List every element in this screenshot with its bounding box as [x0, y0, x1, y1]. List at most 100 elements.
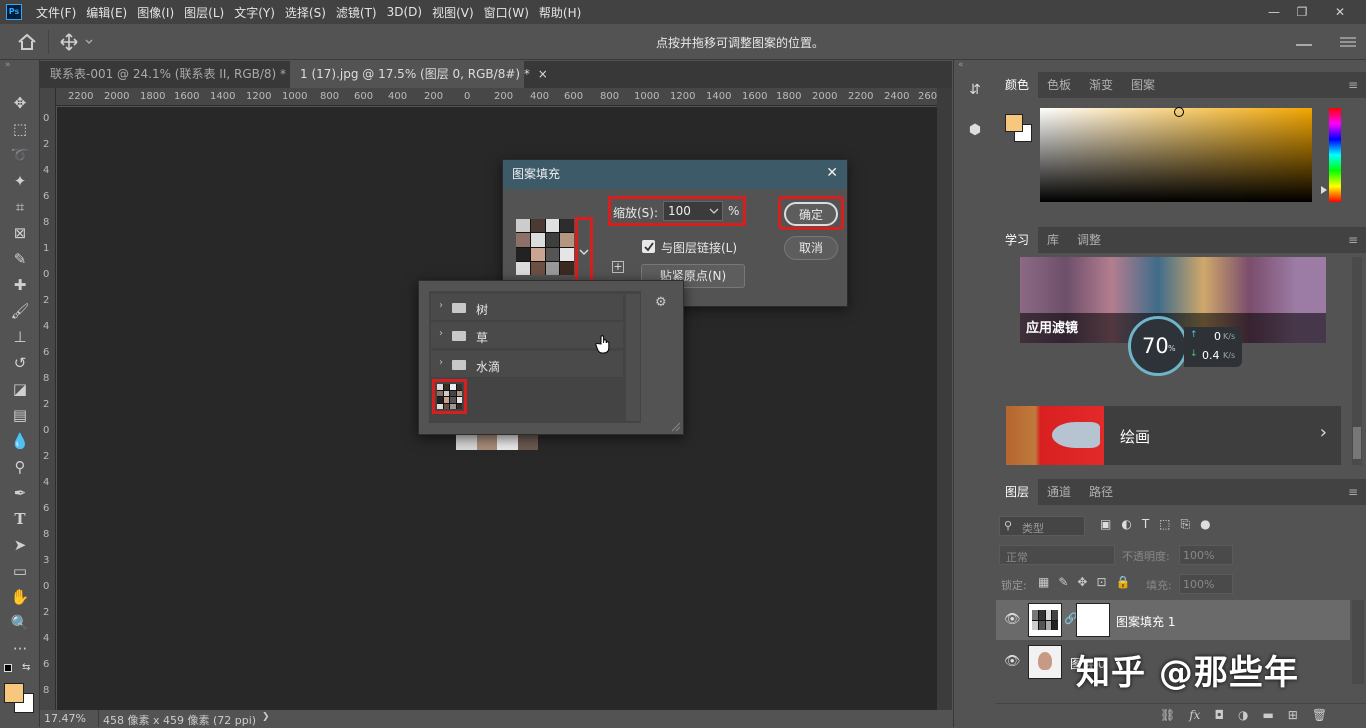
foreground-color-swatch[interactable] [4, 683, 24, 703]
marquee-tool-icon[interactable]: ⬚ [0, 116, 40, 142]
tab-libraries[interactable]: 库 [1038, 227, 1068, 253]
zoom-tool-icon[interactable]: 🔍 [0, 610, 40, 636]
lock-artboard-icon[interactable]: ⊡ [1096, 575, 1106, 589]
new-preset-icon[interactable]: + [612, 261, 624, 273]
minimize-button[interactable]: — [1262, 2, 1286, 22]
zoom-level[interactable]: 17.47% [44, 712, 86, 725]
tab-learn[interactable]: 学习 [996, 227, 1039, 253]
blend-mode-select[interactable]: 正常 [999, 545, 1115, 565]
menu-edit[interactable]: 编辑(E) [81, 4, 132, 21]
dodge-tool-icon[interactable]: ⚲ [0, 454, 40, 480]
brush-tool-icon[interactable]: 🖌 [0, 298, 40, 324]
menu-layer[interactable]: 图层(L) [179, 4, 229, 21]
menu-view[interactable]: 视图(V) [427, 4, 479, 21]
type-tool-icon[interactable]: T [0, 506, 40, 532]
lock-position-icon[interactable]: ✥ [1077, 575, 1087, 589]
cancel-button[interactable]: 取消 [784, 236, 838, 260]
lock-image-icon[interactable]: ✎ [1058, 575, 1068, 589]
menu-help[interactable]: 帮助(H) [534, 4, 586, 21]
lock-transparency-icon[interactable]: ▦ [1038, 575, 1049, 589]
pen-tool-icon[interactable]: ✒ [0, 480, 40, 506]
lock-all-icon[interactable]: 🔒 [1116, 575, 1131, 589]
path-selection-tool-icon[interactable]: ➤ [0, 532, 40, 558]
visibility-eye-icon[interactable]: 👁 [1004, 612, 1021, 627]
ok-button[interactable]: 确定 [784, 202, 838, 226]
chevron-right-icon[interactable]: › [1320, 422, 1327, 443]
home-icon[interactable] [16, 32, 38, 52]
canvas-scrollbar[interactable] [937, 88, 952, 710]
visibility-eye-icon[interactable]: 👁 [1004, 654, 1021, 669]
painting-card[interactable]: 绘画 › [1006, 406, 1341, 465]
new-layer-icon[interactable]: ⊞ [1288, 708, 1298, 722]
gradient-tool-icon[interactable]: ▤ [0, 402, 40, 428]
more-options-icon[interactable] [1340, 36, 1356, 48]
pattern-preview-thumbnail[interactable] [516, 219, 574, 275]
learn-panel-scrollbar[interactable] [1352, 257, 1362, 465]
fill-input[interactable]: 100% [1179, 574, 1233, 594]
magic-wand-tool-icon[interactable]: ✦ [0, 168, 40, 194]
link-layers-icon[interactable]: ⛓ [1160, 708, 1175, 722]
menu-window[interactable]: 窗口(W) [479, 4, 534, 21]
pattern-folder-tree[interactable]: › 树 [431, 294, 623, 321]
delete-layer-icon[interactable]: 🗑 [1312, 708, 1327, 722]
shape-filter-icon[interactable]: ⬚ [1159, 517, 1170, 532]
menu-image[interactable]: 图像(I) [132, 4, 179, 21]
healing-brush-tool-icon[interactable]: ✚ [0, 272, 40, 298]
lasso-tool-icon[interactable]: ➰ [0, 142, 40, 168]
default-colors-icon[interactable] [4, 664, 12, 672]
foreground-swatch[interactable] [1005, 114, 1023, 132]
frame-tool-icon[interactable]: ⊠ [0, 220, 40, 246]
history-brush-tool-icon[interactable]: ↺ [0, 350, 40, 376]
tab-paths[interactable]: 路径 [1080, 479, 1122, 505]
more-tools-icon[interactable]: ··· [0, 636, 40, 662]
tab-swatches[interactable]: 色板 [1038, 72, 1080, 98]
hue-slider-thumb[interactable] [1321, 186, 1327, 194]
menu-file[interactable]: 文件(F) [31, 4, 81, 21]
expand-chevron-icon[interactable]: › [439, 357, 443, 368]
menu-filter[interactable]: 滤镜(T) [331, 4, 382, 21]
blur-tool-icon[interactable]: 💧 [0, 428, 40, 454]
color-picker-field[interactable] [1040, 107, 1312, 202]
pattern-picker-dropdown[interactable] [575, 217, 593, 283]
move-tool-preset-icon[interactable] [58, 32, 98, 52]
menu-3d[interactable]: 3D(D) [382, 5, 427, 19]
layer-mask-thumbnail[interactable] [1076, 603, 1110, 637]
eraser-tool-icon[interactable]: ◪ [0, 376, 40, 402]
tab-gradients[interactable]: 渐变 [1080, 72, 1122, 98]
tab-patterns[interactable]: 图案 [1122, 72, 1164, 98]
layer-row-pattern-fill[interactable]: 👁 🔗 图案填充 1 [996, 600, 1350, 640]
add-mask-icon[interactable]: ◘ [1214, 708, 1224, 722]
collapse-arrows-icon[interactable]: » [0, 60, 39, 70]
panel-menu-icon[interactable]: ≡ [1348, 233, 1358, 247]
layer-filter-select[interactable]: ⚲ 类型 [999, 516, 1085, 536]
layer-name[interactable]: 图案填充 1 [1116, 613, 1175, 630]
tab-channels[interactable]: 通道 [1038, 479, 1080, 505]
expand-chevron-icon[interactable]: › [439, 328, 443, 339]
selected-pattern-swatch[interactable] [432, 379, 467, 414]
smart-object-filter-icon[interactable]: ⎘ [1181, 517, 1191, 532]
close-window-button[interactable]: ✕ [1328, 2, 1352, 22]
resize-grip-icon[interactable] [671, 421, 681, 432]
tab-color[interactable]: 颜色 [996, 72, 1039, 98]
hue-slider[interactable] [1329, 108, 1341, 202]
adjustment-filter-icon[interactable]: ◐ [1121, 517, 1131, 532]
link-with-layer-checkbox[interactable] [642, 240, 655, 253]
tab-layers[interactable]: 图层 [996, 479, 1039, 505]
hand-tool-icon[interactable]: ✋ [0, 584, 40, 610]
pixel-filter-icon[interactable]: ▣ [1100, 517, 1111, 532]
dialog-close-icon[interactable]: ✕ [826, 165, 838, 181]
3d-panel-icon[interactable]: ⬢ [965, 122, 985, 144]
scale-input[interactable]: 100 [663, 201, 723, 221]
panel-menu-icon[interactable]: ≡ [1348, 485, 1358, 499]
tab-adjustments[interactable]: 调整 [1068, 227, 1110, 253]
type-filter-icon[interactable]: T [1142, 517, 1149, 532]
panel-toggle-icon[interactable] [1296, 44, 1312, 46]
panel-menu-icon[interactable]: ≡ [1348, 78, 1358, 92]
opacity-input[interactable]: 100% [1179, 545, 1233, 565]
layer-style-fx-icon[interactable]: fx [1189, 708, 1200, 722]
eyedropper-tool-icon[interactable]: ✎ [0, 246, 40, 272]
move-tool-icon[interactable]: ✥ [0, 90, 40, 116]
crop-tool-icon[interactable]: ⌗ [0, 194, 40, 220]
rectangle-tool-icon[interactable]: ▭ [0, 558, 40, 584]
close-tab-icon[interactable]: × [538, 67, 548, 81]
